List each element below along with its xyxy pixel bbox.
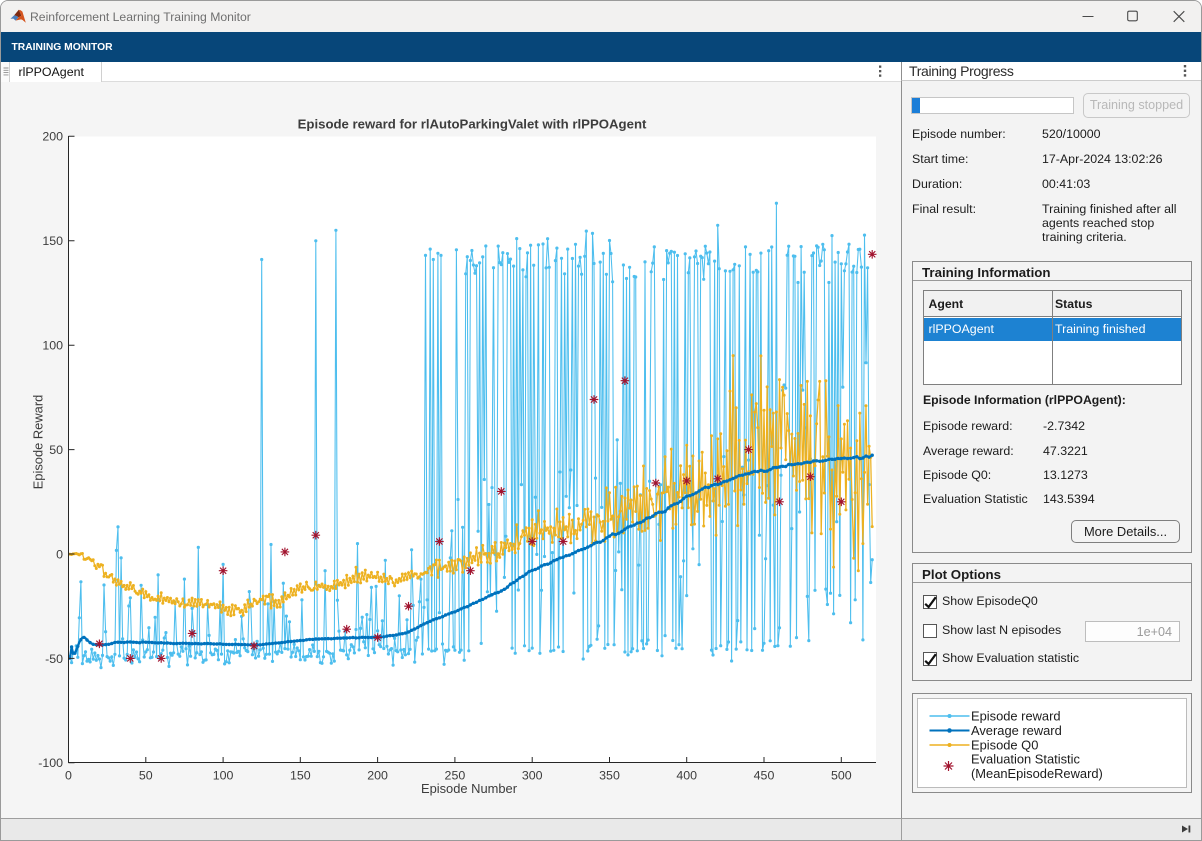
svg-text:100: 100 (213, 769, 234, 783)
svg-text:Episode Reward: Episode Reward (31, 395, 46, 490)
svg-text:Episode Number: Episode Number (421, 781, 518, 796)
svg-text:Episode Q0: Episode Q0 (971, 738, 1038, 753)
svg-text:50: 50 (139, 769, 153, 783)
svg-text:150: 150 (42, 234, 63, 248)
svg-text:100: 100 (42, 339, 63, 353)
svg-text:(MeanEpisodeReward): (MeanEpisodeReward) (971, 766, 1103, 781)
svg-text:Episode reward for rlAutoParki: Episode reward for rlAutoParkingValet wi… (298, 117, 647, 132)
svg-text:-50: -50 (45, 652, 63, 666)
svg-text:400: 400 (676, 769, 697, 783)
svg-text:Episode reward: Episode reward (971, 709, 1061, 724)
svg-text:200: 200 (42, 130, 63, 144)
svg-text:300: 300 (522, 769, 543, 783)
svg-text:150: 150 (290, 769, 311, 783)
svg-text:Evaluation Statistic: Evaluation Statistic (971, 752, 1080, 767)
svg-text:50: 50 (49, 443, 63, 457)
svg-text:0: 0 (56, 547, 63, 561)
svg-text:350: 350 (599, 769, 620, 783)
svg-text:0: 0 (65, 769, 72, 783)
svg-text:500: 500 (831, 769, 852, 783)
svg-text:-100: -100 (38, 756, 63, 770)
svg-text:Average reward: Average reward (971, 723, 1062, 738)
svg-text:450: 450 (754, 769, 775, 783)
svg-text:200: 200 (367, 769, 388, 783)
